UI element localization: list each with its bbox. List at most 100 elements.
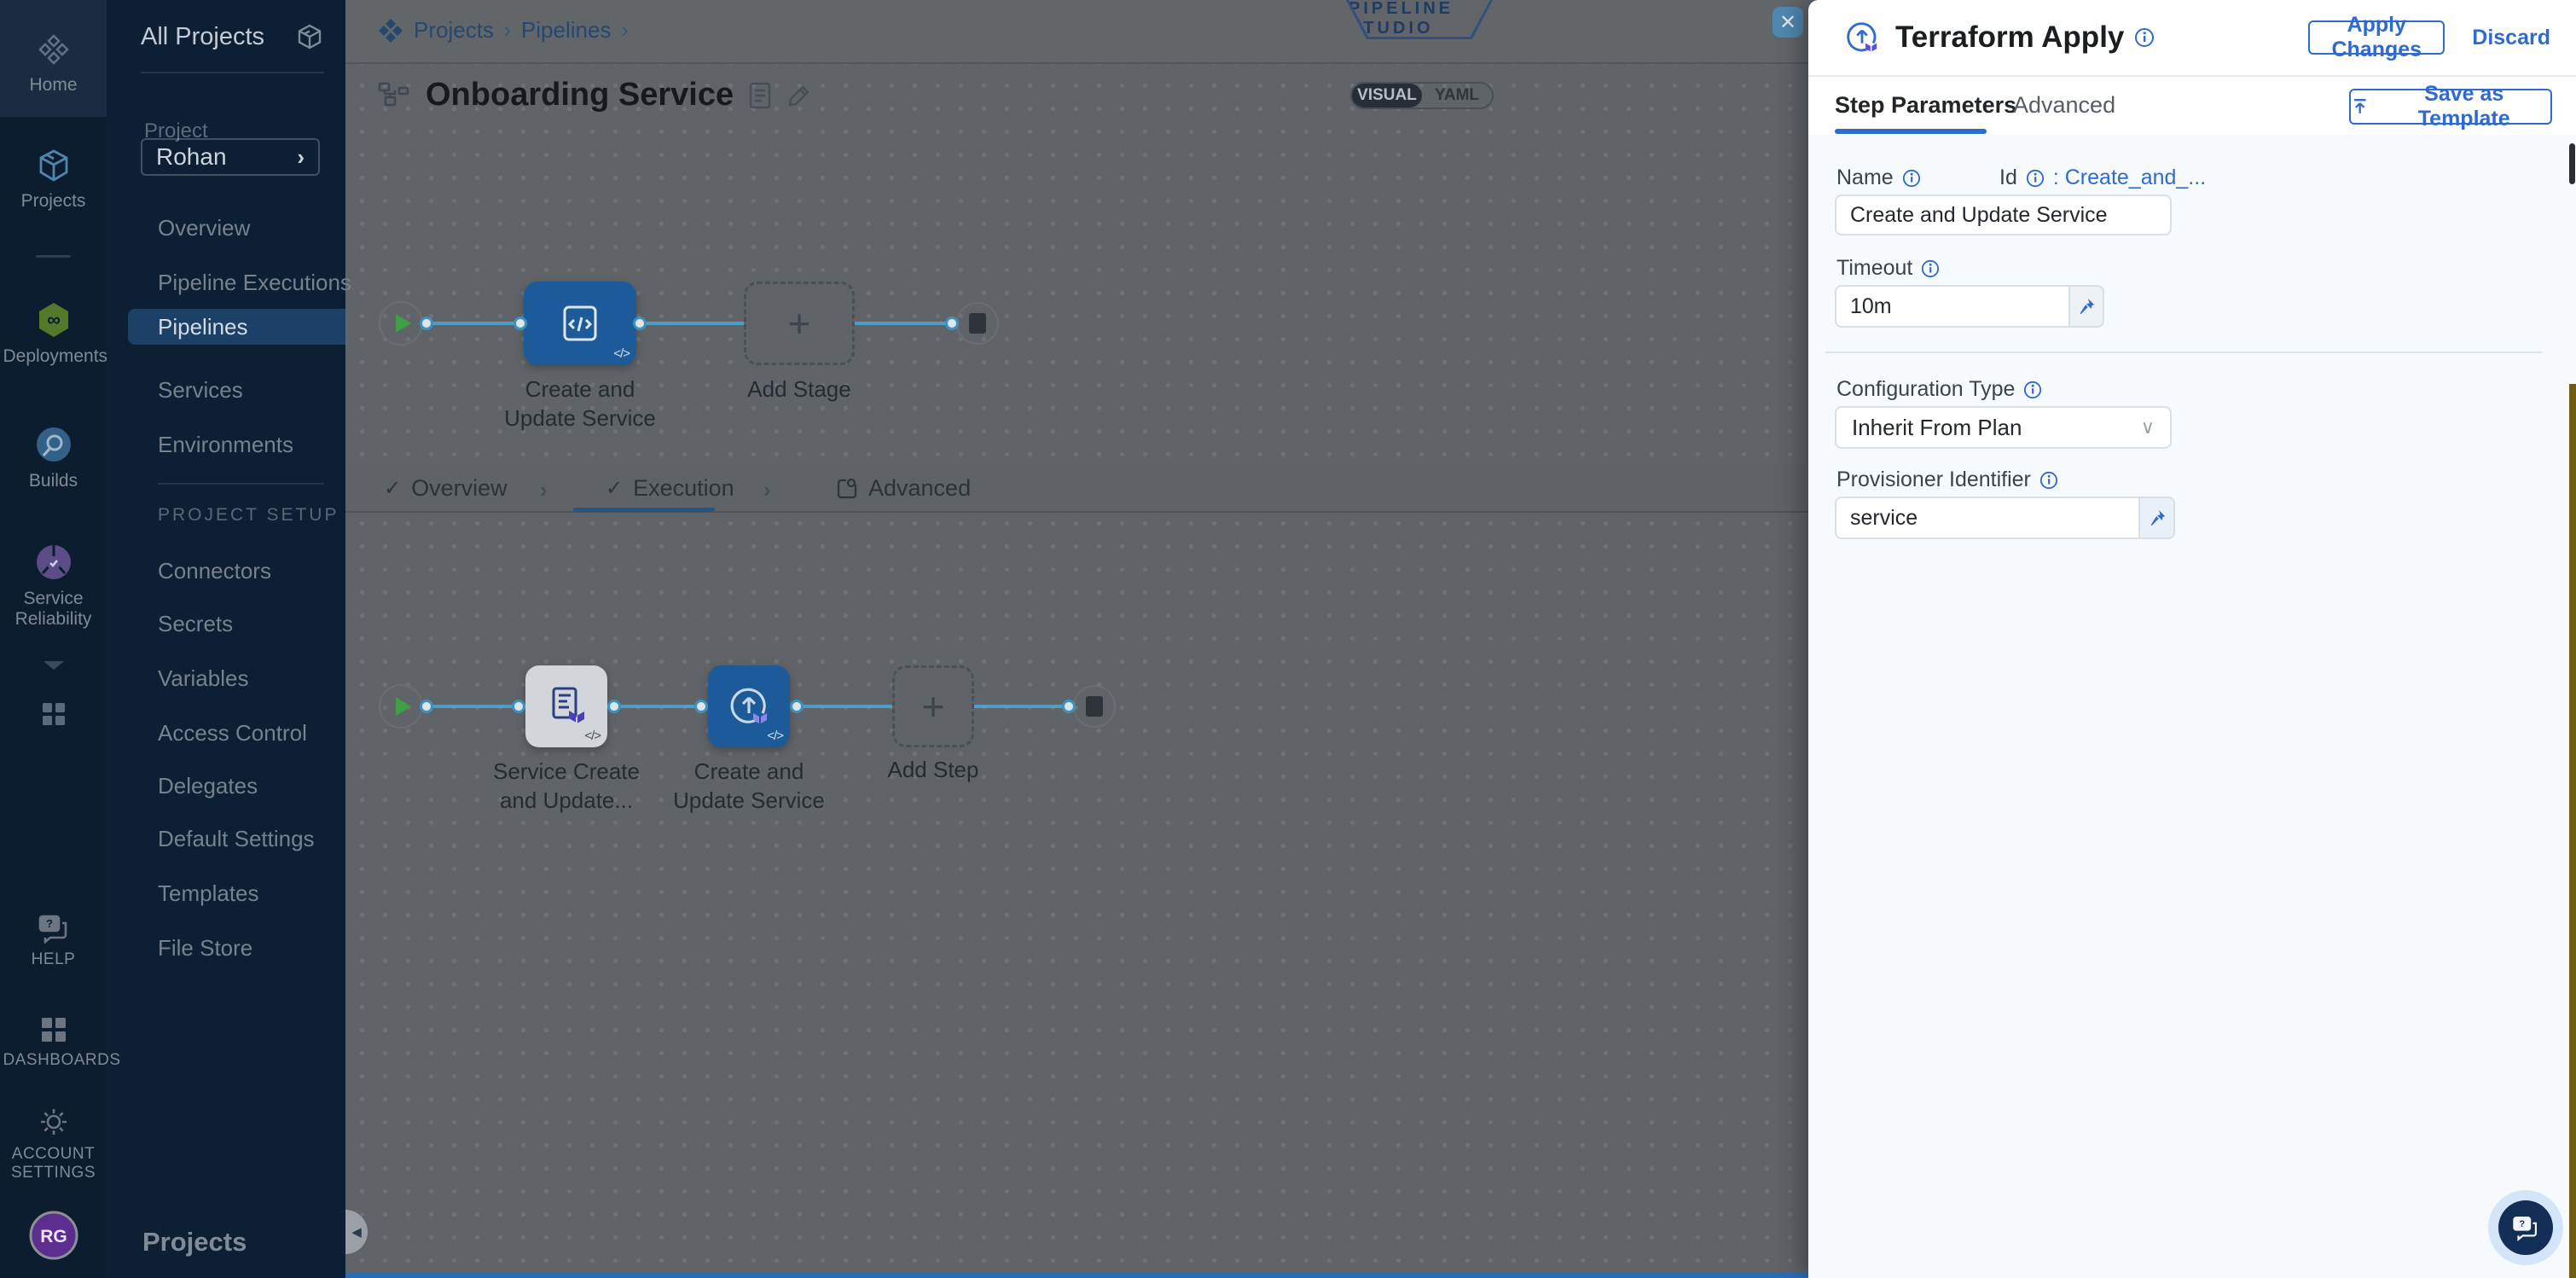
scrollbar-thumb[interactable] (2569, 143, 2575, 184)
step-node-terraform-plan[interactable]: </> (525, 665, 607, 747)
stop-icon (1086, 696, 1103, 717)
toggle-visual[interactable]: VISUAL (1352, 84, 1422, 107)
help-chat-icon: ? (37, 913, 71, 944)
bottom-accent-strip (345, 1272, 1808, 1278)
pin-icon (2077, 297, 2096, 316)
graph-connector-dot[interactable] (790, 700, 804, 713)
sidebar-item-secrets[interactable]: Secrets (158, 611, 233, 637)
step-graph-start-node[interactable] (379, 684, 423, 729)
sidebar-item-delegates[interactable]: Delegates (158, 773, 258, 799)
rail-item-dashboards[interactable]: DASHBOARDS (0, 1015, 107, 1070)
builds-icon (34, 425, 73, 464)
sidebar-item-templates[interactable]: Templates (158, 880, 259, 907)
provisioner-identifier-input[interactable] (1835, 497, 2138, 539)
discard-button[interactable]: Discard (2472, 26, 2550, 50)
sidebar-item-access-control[interactable]: Access Control (158, 720, 307, 746)
svg-text:?: ? (2519, 1219, 2525, 1229)
project-select[interactable]: Rohan › (141, 138, 320, 176)
edit-pencil-icon[interactable] (786, 83, 812, 108)
timeout-label: Timeout (1836, 256, 1940, 281)
graph-connector-dot[interactable] (420, 317, 433, 330)
sidebar-item-environments[interactable]: Environments (158, 432, 293, 458)
rail-item-help[interactable]: ? HELP (0, 913, 107, 969)
code-glyph: </> (767, 729, 783, 743)
tab-advanced[interactable]: Advanced (836, 475, 971, 502)
project-setup-header: PROJECT SETUP (158, 505, 339, 526)
graph-connector-dot[interactable] (694, 700, 708, 713)
sidebar-item-services[interactable]: Services (158, 377, 243, 404)
code-glyph: </> (584, 729, 600, 743)
sidebar-item-pipelines[interactable]: Pipelines (158, 314, 248, 340)
tab-execution[interactable]: ✓ Execution (606, 475, 734, 502)
stage-node-create-update-service[interactable]: </> (524, 282, 636, 365)
drawer-title: Terraform Apply (1895, 20, 2124, 55)
graph-connector-dot[interactable] (513, 317, 527, 330)
info-icon[interactable] (2023, 380, 2042, 399)
breadcrumb-pipelines-link[interactable]: Pipelines (521, 17, 612, 44)
info-icon[interactable] (1921, 259, 1940, 278)
plus-icon: + (788, 304, 811, 343)
sidebar-item-file-store[interactable]: File Store (158, 935, 252, 961)
sidebar-item-default-settings[interactable]: Default Settings (158, 826, 315, 852)
rail-modules-chevron[interactable] (0, 659, 107, 672)
stop-icon (969, 313, 986, 334)
graph-connector-dot[interactable] (607, 700, 621, 713)
toggle-yaml[interactable]: YAML (1422, 84, 1492, 107)
info-icon[interactable] (2134, 27, 2155, 48)
rail-item-account-settings[interactable]: ACCOUNT SETTINGS (0, 1106, 107, 1182)
graph-connector-dot[interactable] (1062, 700, 1076, 713)
chevron-right-icon: › (297, 144, 305, 171)
module-rail: Home Projects ∞ Deployments Builds Servi… (0, 0, 107, 1278)
save-as-template-button[interactable]: Save as Template (2349, 89, 2552, 125)
plus-icon: + (922, 687, 945, 726)
help-chat-fab[interactable]: ? (2498, 1200, 2553, 1255)
rail-item-deployments[interactable]: ∞ Deployments (0, 300, 107, 367)
user-avatar[interactable]: RG (0, 1210, 107, 1261)
rail-item-builds[interactable]: Builds (0, 425, 107, 491)
breadcrumb-projects-link[interactable]: Projects (414, 17, 494, 44)
pipeline-canvas: Projects › Pipelines › Onboarding Servic… (345, 0, 1808, 1278)
tab-advanced[interactable]: Advanced (2013, 92, 2115, 119)
tab-step-parameters[interactable]: Step Parameters (1835, 92, 2016, 119)
play-icon (396, 697, 411, 716)
add-stage-node[interactable]: + (744, 282, 855, 365)
id-value-link[interactable]: : Create_and_... (2053, 166, 2206, 190)
drawer-header: Terraform Apply Apply Changes Discard (1808, 0, 2576, 75)
info-icon[interactable] (2039, 471, 2058, 490)
stage-graph-start-node[interactable] (379, 301, 423, 346)
dashboards-icon (39, 1015, 68, 1044)
rail-item-home[interactable]: Home (0, 32, 107, 96)
terraform-apply-icon (1842, 18, 1882, 57)
apply-changes-button[interactable]: Apply Changes (2308, 20, 2445, 55)
graph-connector-dot[interactable] (512, 700, 525, 713)
timeout-input[interactable] (1835, 285, 2068, 328)
graph-connector-dot[interactable] (420, 700, 433, 713)
sidebar-collapse-handle[interactable]: ◀ (345, 1210, 368, 1254)
add-step-label: Add Step (888, 756, 979, 785)
rail-item-projects[interactable]: Projects (0, 147, 107, 212)
rail-module-grid-button[interactable] (0, 701, 107, 727)
sidebar-item-overview[interactable]: Overview (158, 215, 250, 241)
chevron-right-icon: › (540, 477, 548, 503)
timeout-pin-button[interactable] (2068, 285, 2104, 328)
step1-label: Service Create and Update... (493, 758, 640, 816)
all-projects-selector[interactable]: All Projects (141, 22, 324, 51)
sidebar-item-pipeline-executions[interactable]: Pipeline Executions (158, 270, 351, 296)
add-step-node[interactable]: + (892, 665, 974, 747)
info-icon[interactable] (1902, 169, 1921, 188)
info-icon[interactable] (2026, 169, 2045, 188)
graph-connector-dot[interactable] (633, 317, 647, 330)
name-input[interactable] (1835, 195, 2172, 235)
provisioner-pin-button[interactable] (2138, 497, 2175, 539)
tab-overview[interactable]: ✓ Overview (384, 475, 508, 502)
configuration-type-select[interactable]: Inherit From Plan ∨ (1835, 406, 2172, 449)
graph-connector-dot[interactable] (945, 317, 959, 330)
sidebar-item-variables[interactable]: Variables (158, 665, 248, 692)
sidebar-item-connectors[interactable]: Connectors (158, 558, 271, 584)
divider (1825, 351, 2542, 353)
rail-item-service-reliability[interactable]: Service Reliability (0, 543, 107, 630)
step-node-terraform-apply[interactable]: </> (708, 665, 790, 747)
close-drawer-button[interactable]: ✕ (1772, 7, 1803, 38)
yaml-doc-icon[interactable] (749, 82, 771, 109)
breadcrumb-separator: › (621, 19, 628, 43)
